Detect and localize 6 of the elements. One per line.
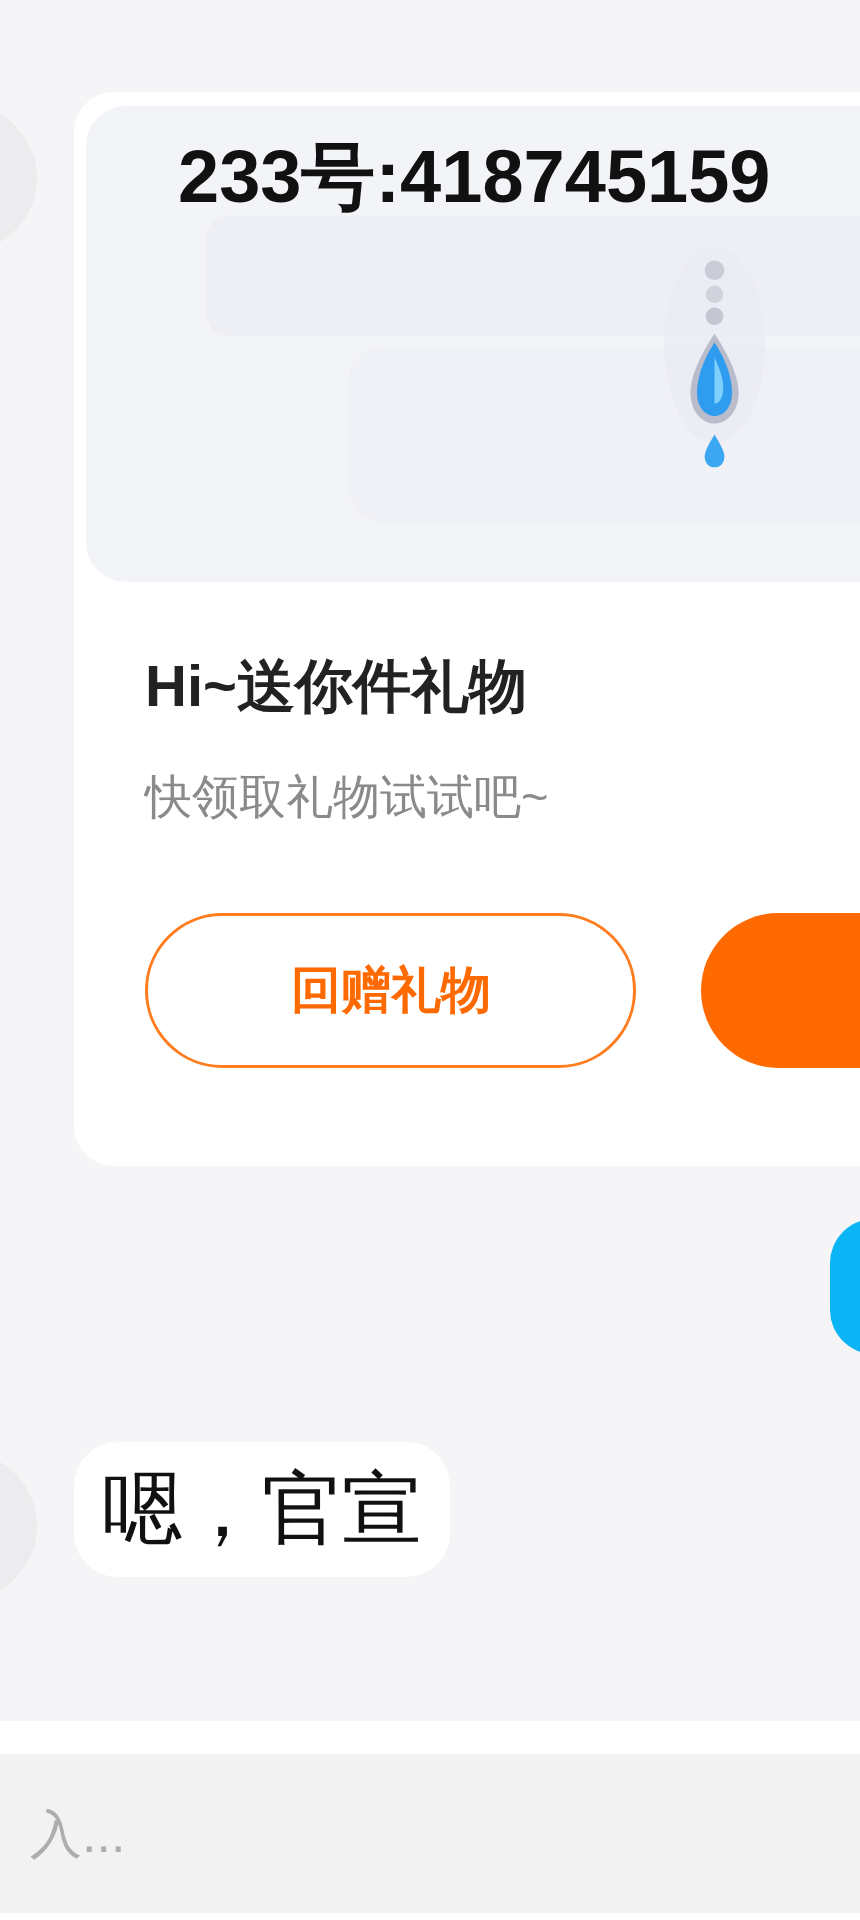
gift-subtitle: 快领取礼物试试吧~	[145, 769, 549, 825]
gift-title: Hi~送你件礼物	[145, 652, 527, 720]
message-input[interactable]: 入...	[0, 1754, 860, 1913]
id-caption: 233号:418745159	[178, 134, 771, 220]
message-bubble: 嗯，官宣	[74, 1442, 450, 1577]
return-gift-button[interactable]: 回赠礼物	[145, 913, 636, 1068]
